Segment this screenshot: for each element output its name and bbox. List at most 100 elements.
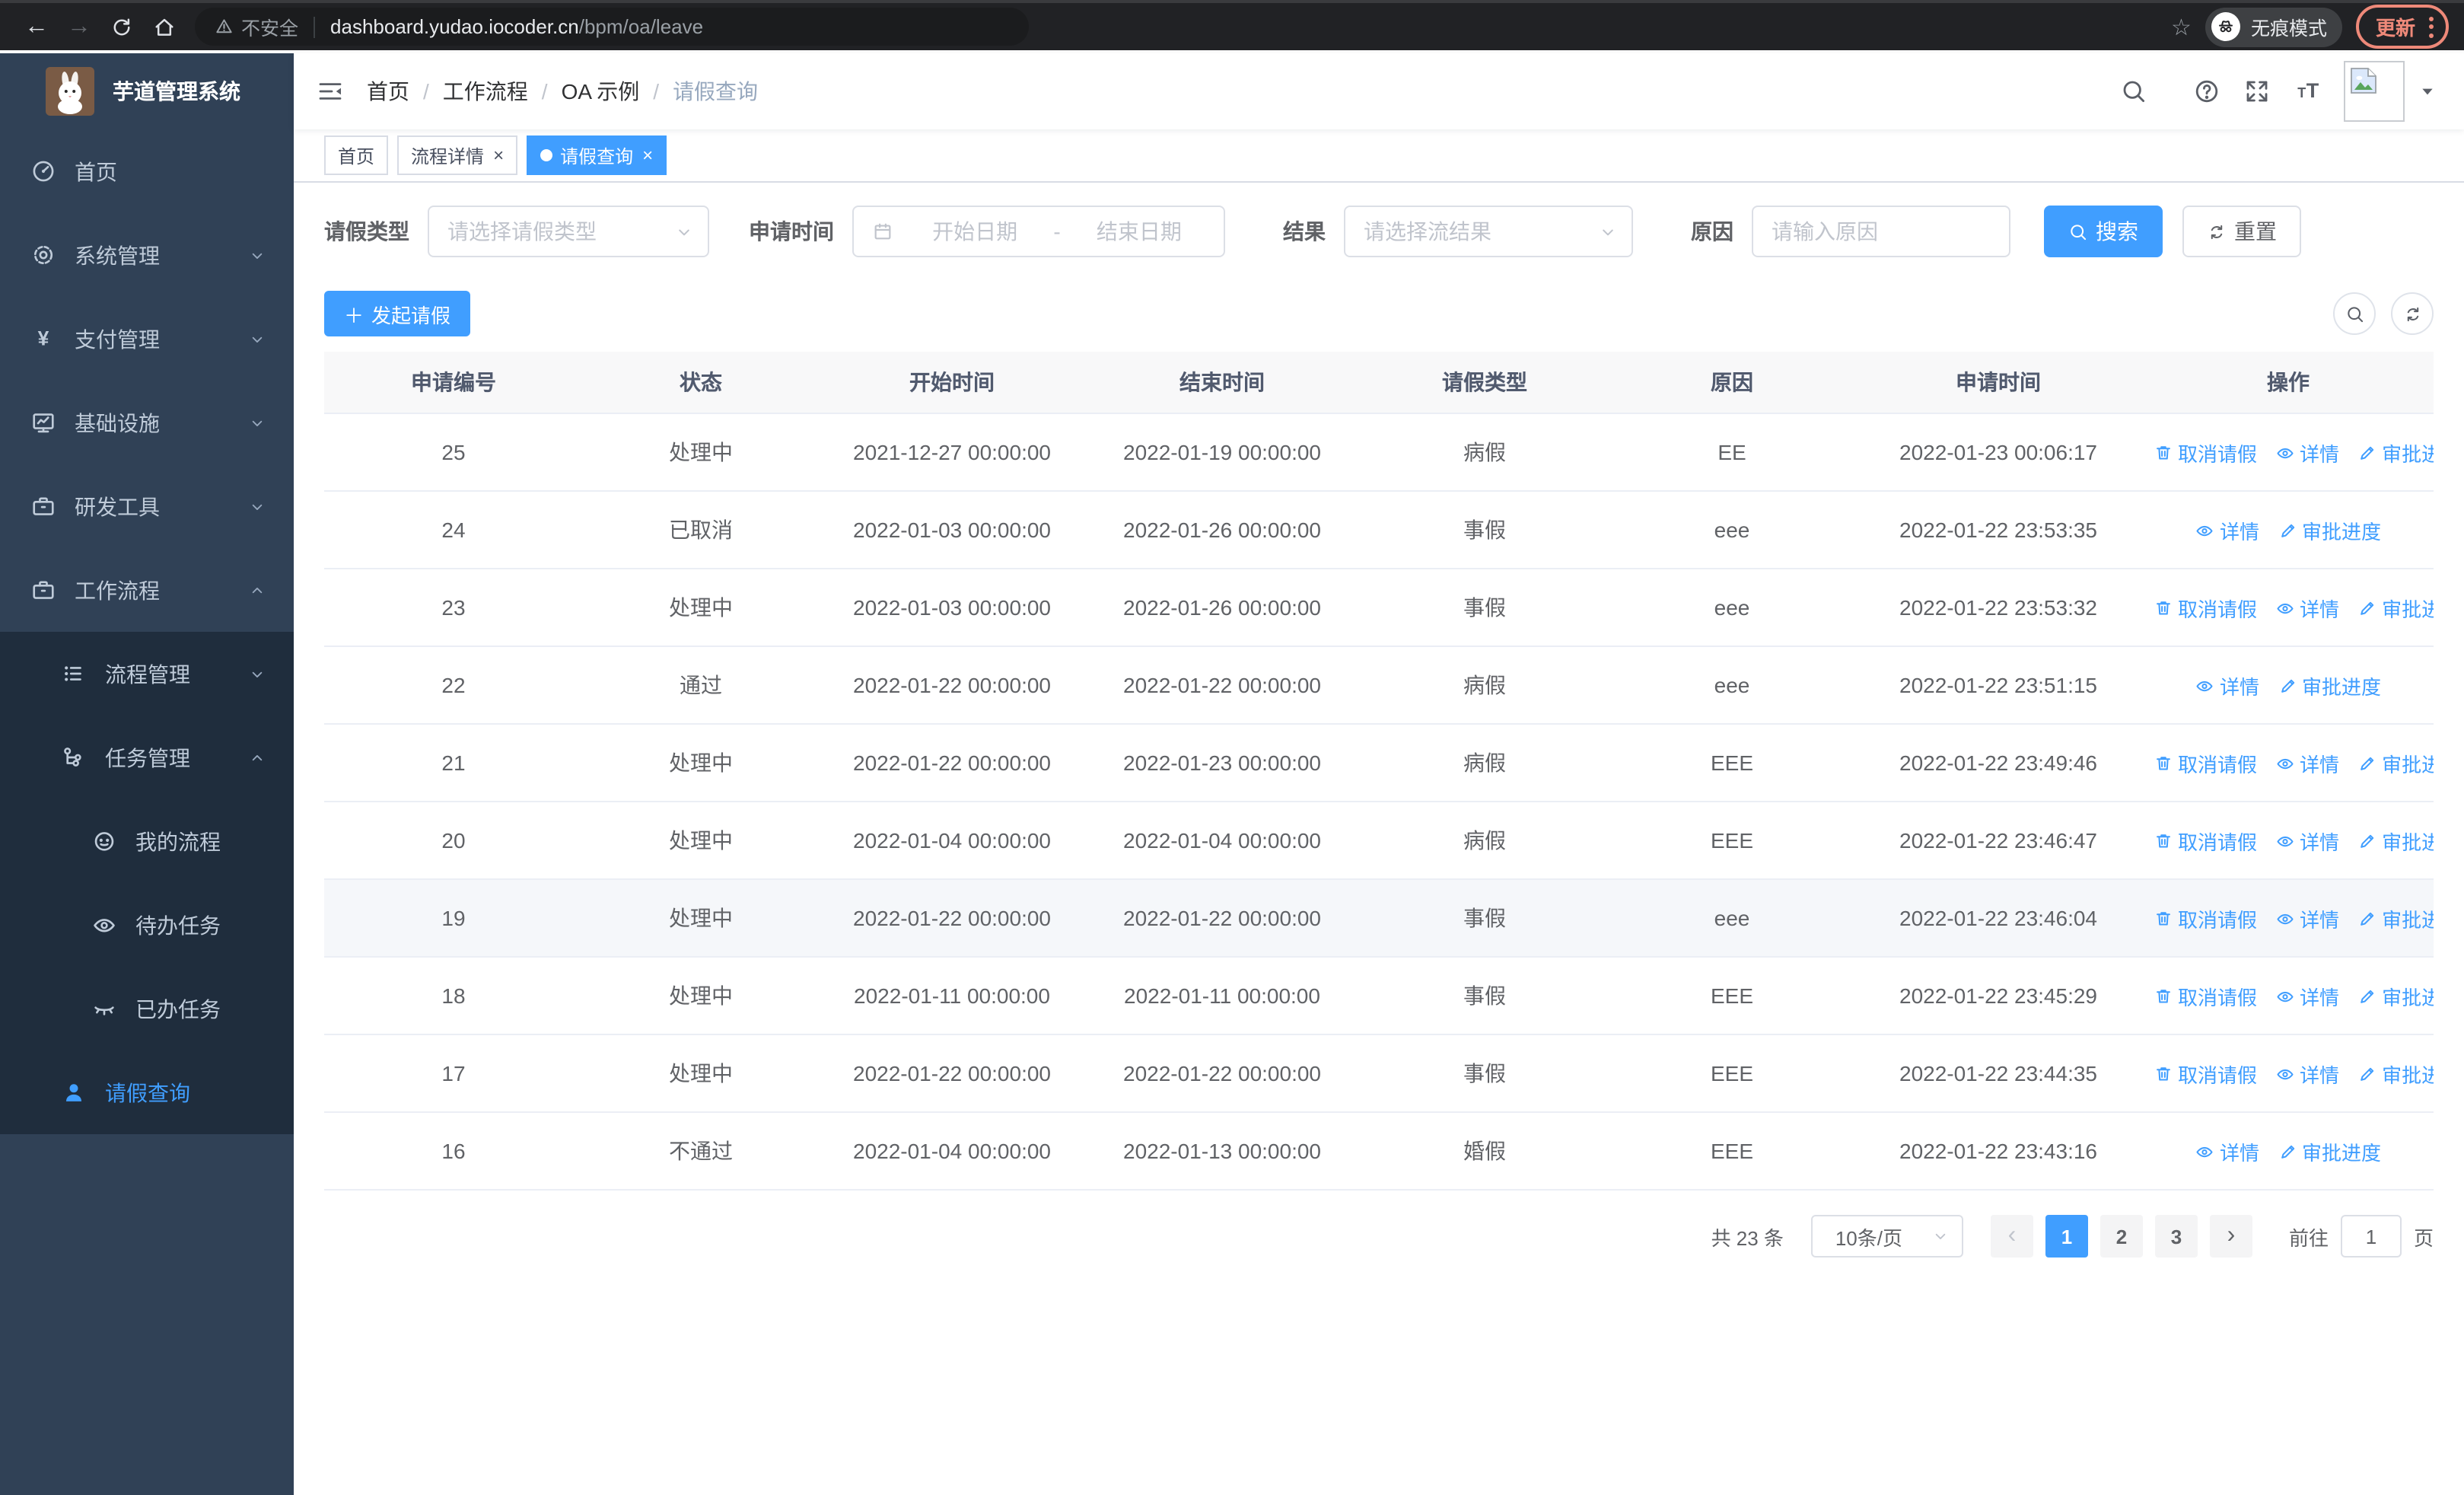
cell-apply_time: 2022-01-22 23:45:29 (1854, 957, 2143, 1035)
tab-首页[interactable]: 首页 (324, 135, 389, 175)
action-cancel-link[interactable]: 取消请假 (2154, 1059, 2257, 1088)
tab-流程详情[interactable]: 流程详情 × (397, 135, 518, 175)
page-unit-label: 页 (2413, 1226, 2434, 1249)
leave-type-label: 请假类型 (324, 219, 409, 244)
caret-down-icon[interactable] (2418, 82, 2437, 100)
action-detail-link[interactable]: 详情 (2275, 981, 2339, 1010)
column-header: 状态 (583, 352, 819, 414)
result-select[interactable]: 请选择流结果 (1344, 206, 1633, 257)
user-avatar[interactable] (2344, 61, 2405, 122)
sidebar-item-首页[interactable]: 首页 (0, 129, 294, 213)
cancel-icon (2154, 753, 2173, 773)
cell-start: 2021-12-27 00:00:00 (819, 413, 1085, 492)
reason-input[interactable] (1752, 206, 2010, 257)
tab-请假查询[interactable]: 请假查询 × (527, 135, 667, 175)
action-progress-link[interactable]: 审批进度 (2357, 981, 2434, 1010)
gauge-icon (30, 158, 56, 184)
action-detail-link[interactable]: 详情 (2195, 1136, 2259, 1165)
sidebar-item-基础设施[interactable]: 基础设施 (0, 381, 294, 464)
action-detail-link[interactable]: 详情 (2195, 515, 2259, 544)
page-size-select[interactable]: 10条/页 (1810, 1215, 1963, 1258)
cell-reason: EEE (1610, 802, 1854, 880)
next-page-button[interactable]: › (2209, 1215, 2252, 1258)
cell-status: 处理中 (583, 1034, 819, 1113)
cell-reason: EEE (1610, 1034, 1854, 1113)
close-icon[interactable]: × (642, 146, 653, 164)
fullscreen-icon[interactable] (2243, 78, 2271, 105)
action-progress-link[interactable]: 审批进度 (2278, 671, 2381, 700)
breadcrumb-item[interactable]: 首页 (367, 76, 409, 107)
breadcrumb-item[interactable]: OA 示例 (562, 76, 640, 107)
action-progress-link[interactable]: 审批进度 (2357, 593, 2434, 622)
action-cancel-link[interactable]: 取消请假 (2154, 438, 2257, 467)
reset-button[interactable]: 重置 (2182, 206, 2301, 257)
cancel-icon (2154, 830, 2173, 850)
cell-reason: eee (1610, 879, 1854, 958)
bookmark-star-icon[interactable]: ☆ (2171, 13, 2192, 40)
sidebar-item-工作流程[interactable]: 工作流程 (0, 548, 294, 632)
apply-time-range-picker[interactable]: 开始日期 - 结束日期 (852, 206, 1225, 257)
sidebar-item-我的流程[interactable]: 我的流程 (0, 799, 294, 883)
action-progress-link[interactable]: 审批进度 (2278, 1136, 2381, 1165)
font-size-icon[interactable]: TT (2294, 78, 2321, 105)
action-cancel-link[interactable]: 取消请假 (2154, 593, 2257, 622)
action-progress-link[interactable]: 审批进度 (2357, 1059, 2434, 1088)
cell-end: 2022-01-26 00:00:00 (1085, 569, 1359, 647)
refresh-table-button[interactable] (2391, 292, 2434, 335)
sidebar-item-待办任务[interactable]: 待办任务 (0, 883, 294, 967)
sidebar-item-已办任务[interactable]: 已办任务 (0, 967, 294, 1050)
sidebar-item-请假查询[interactable]: 请假查询 (0, 1050, 294, 1134)
close-icon[interactable]: × (493, 146, 504, 164)
leave-type-select[interactable]: 请选择请假类型 (428, 206, 709, 257)
action-cancel-link[interactable]: 取消请假 (2154, 748, 2257, 777)
url-text: dashboard.yudao.iocoder.cn/bpm/oa/leave (330, 15, 704, 38)
cell-status: 处理中 (583, 802, 819, 880)
breadcrumb-item[interactable]: 工作流程 (443, 76, 528, 107)
action-detail-link[interactable]: 详情 (2275, 1059, 2339, 1088)
action-progress-link[interactable]: 审批进度 (2357, 438, 2434, 467)
action-detail-link[interactable]: 详情 (2275, 748, 2339, 777)
cell-start: 2022-01-11 00:00:00 (819, 957, 1085, 1035)
page-button-2[interactable]: 2 (2099, 1215, 2143, 1258)
show-search-button[interactable] (2333, 292, 2376, 335)
action-detail-link[interactable]: 详情 (2195, 671, 2259, 700)
sidebar-toggle-icon[interactable] (294, 78, 367, 105)
prev-page-button[interactable]: ‹ (1990, 1215, 2033, 1258)
browser-menu-update-button[interactable]: 更新 (2355, 5, 2449, 49)
action-progress-link[interactable]: 审批进度 (2357, 904, 2434, 932)
goto-page-input[interactable] (2340, 1215, 2402, 1258)
sidebar-item-系统管理[interactable]: 系统管理 (0, 213, 294, 297)
create-leave-button[interactable]: ＋ 发起请假 (324, 291, 471, 336)
search-button[interactable]: 搜索 (2044, 206, 2163, 257)
action-detail-link[interactable]: 详情 (2275, 826, 2339, 855)
address-bar[interactable]: 不安全 dashboard.yudao.iocoder.cn/bpm/oa/le… (195, 8, 1029, 46)
sidebar-item-流程管理[interactable]: 流程管理 (0, 632, 294, 716)
browser-home-button[interactable] (143, 5, 186, 48)
action-progress-link[interactable]: 审批进度 (2278, 515, 2381, 544)
cell-status: 处理中 (583, 957, 819, 1035)
progress-icon (2357, 830, 2377, 850)
sidebar-item-支付管理[interactable]: ¥ 支付管理 (0, 297, 294, 381)
action-cancel-link[interactable]: 取消请假 (2154, 904, 2257, 932)
action-detail-link[interactable]: 详情 (2275, 593, 2339, 622)
sidebar-item-研发工具[interactable]: 研发工具 (0, 464, 294, 548)
table-row-24: 24 已取消 2022-01-03 00:00:00 2022-01-26 00:00… (324, 491, 2434, 569)
detail-icon (2275, 598, 2295, 617)
action-progress-link[interactable]: 审批进度 (2357, 826, 2434, 855)
action-detail-link[interactable]: 详情 (2275, 904, 2339, 932)
action-cancel-link[interactable]: 取消请假 (2154, 981, 2257, 1010)
browser-back-button[interactable]: ← (15, 5, 58, 48)
page-button-3[interactable]: 3 (2154, 1215, 2198, 1258)
action-detail-link[interactable]: 详情 (2275, 438, 2339, 467)
help-icon[interactable] (2193, 78, 2220, 105)
search-icon[interactable] (2120, 78, 2147, 105)
browser-reload-button[interactable] (100, 5, 143, 48)
progress-icon (2357, 442, 2377, 462)
list-icon (61, 661, 87, 687)
action-cancel-link[interactable]: 取消请假 (2154, 826, 2257, 855)
browser-forward-button[interactable]: → (58, 5, 100, 48)
detail-icon (2275, 908, 2295, 928)
action-progress-link[interactable]: 审批进度 (2357, 748, 2434, 777)
page-button-1[interactable]: 1 (2045, 1215, 2088, 1258)
sidebar-item-任务管理[interactable]: 任务管理 (0, 716, 294, 799)
